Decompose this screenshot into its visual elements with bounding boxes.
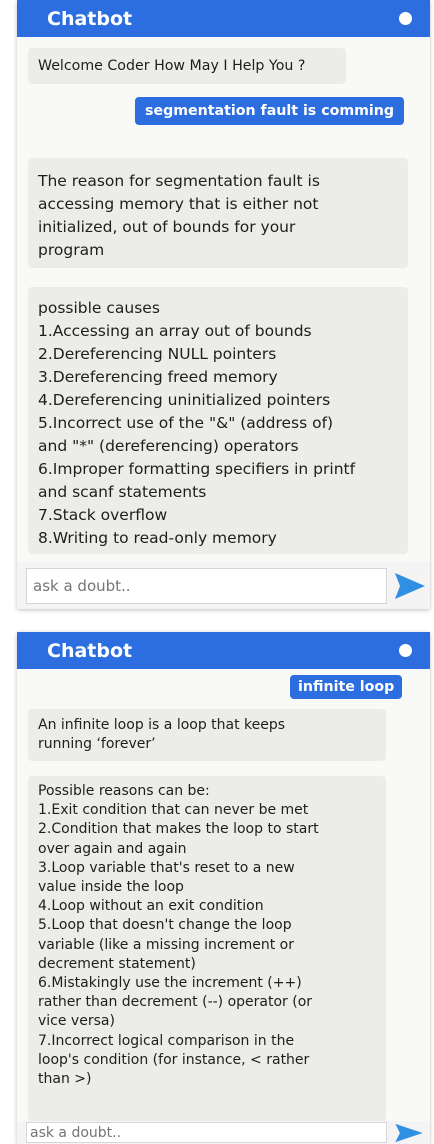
chat-title: Chatbot [47, 7, 133, 30]
bot-message-reason: The reason for segmentation fault is acc… [28, 158, 408, 268]
chat-header: Chatbot [17, 0, 430, 37]
chat-header: Chatbot [17, 632, 430, 669]
send-icon[interactable] [394, 571, 426, 601]
bot-message-welcome: Welcome Coder How May I Help You ? [28, 48, 346, 84]
ask-doubt-input[interactable] [26, 1122, 387, 1143]
chat-input-bar [17, 562, 430, 609]
chat-input-bar [17, 1121, 430, 1144]
chatbot-window-2: Chatbot infinite loop An infinite loop i… [17, 632, 430, 1144]
bot-message-causes: possible causes 1.Accessing an array out… [28, 287, 408, 554]
ask-doubt-input[interactable] [26, 568, 387, 604]
user-message: segmentation fault is comming [135, 97, 405, 125]
status-dot-icon [399, 12, 412, 25]
chat-title: Chatbot [47, 639, 133, 662]
chatbot-window-1: Chatbot Welcome Coder How May I Help You… [17, 0, 430, 609]
status-dot-icon [399, 644, 412, 657]
bot-message-reasons: Possible reasons can be: 1.Exit conditio… [28, 776, 386, 1122]
send-icon[interactable] [394, 1123, 424, 1143]
bot-message-definition: An infinite loop is a loop that keeps ru… [28, 709, 386, 761]
user-message: infinite loop [290, 675, 403, 699]
